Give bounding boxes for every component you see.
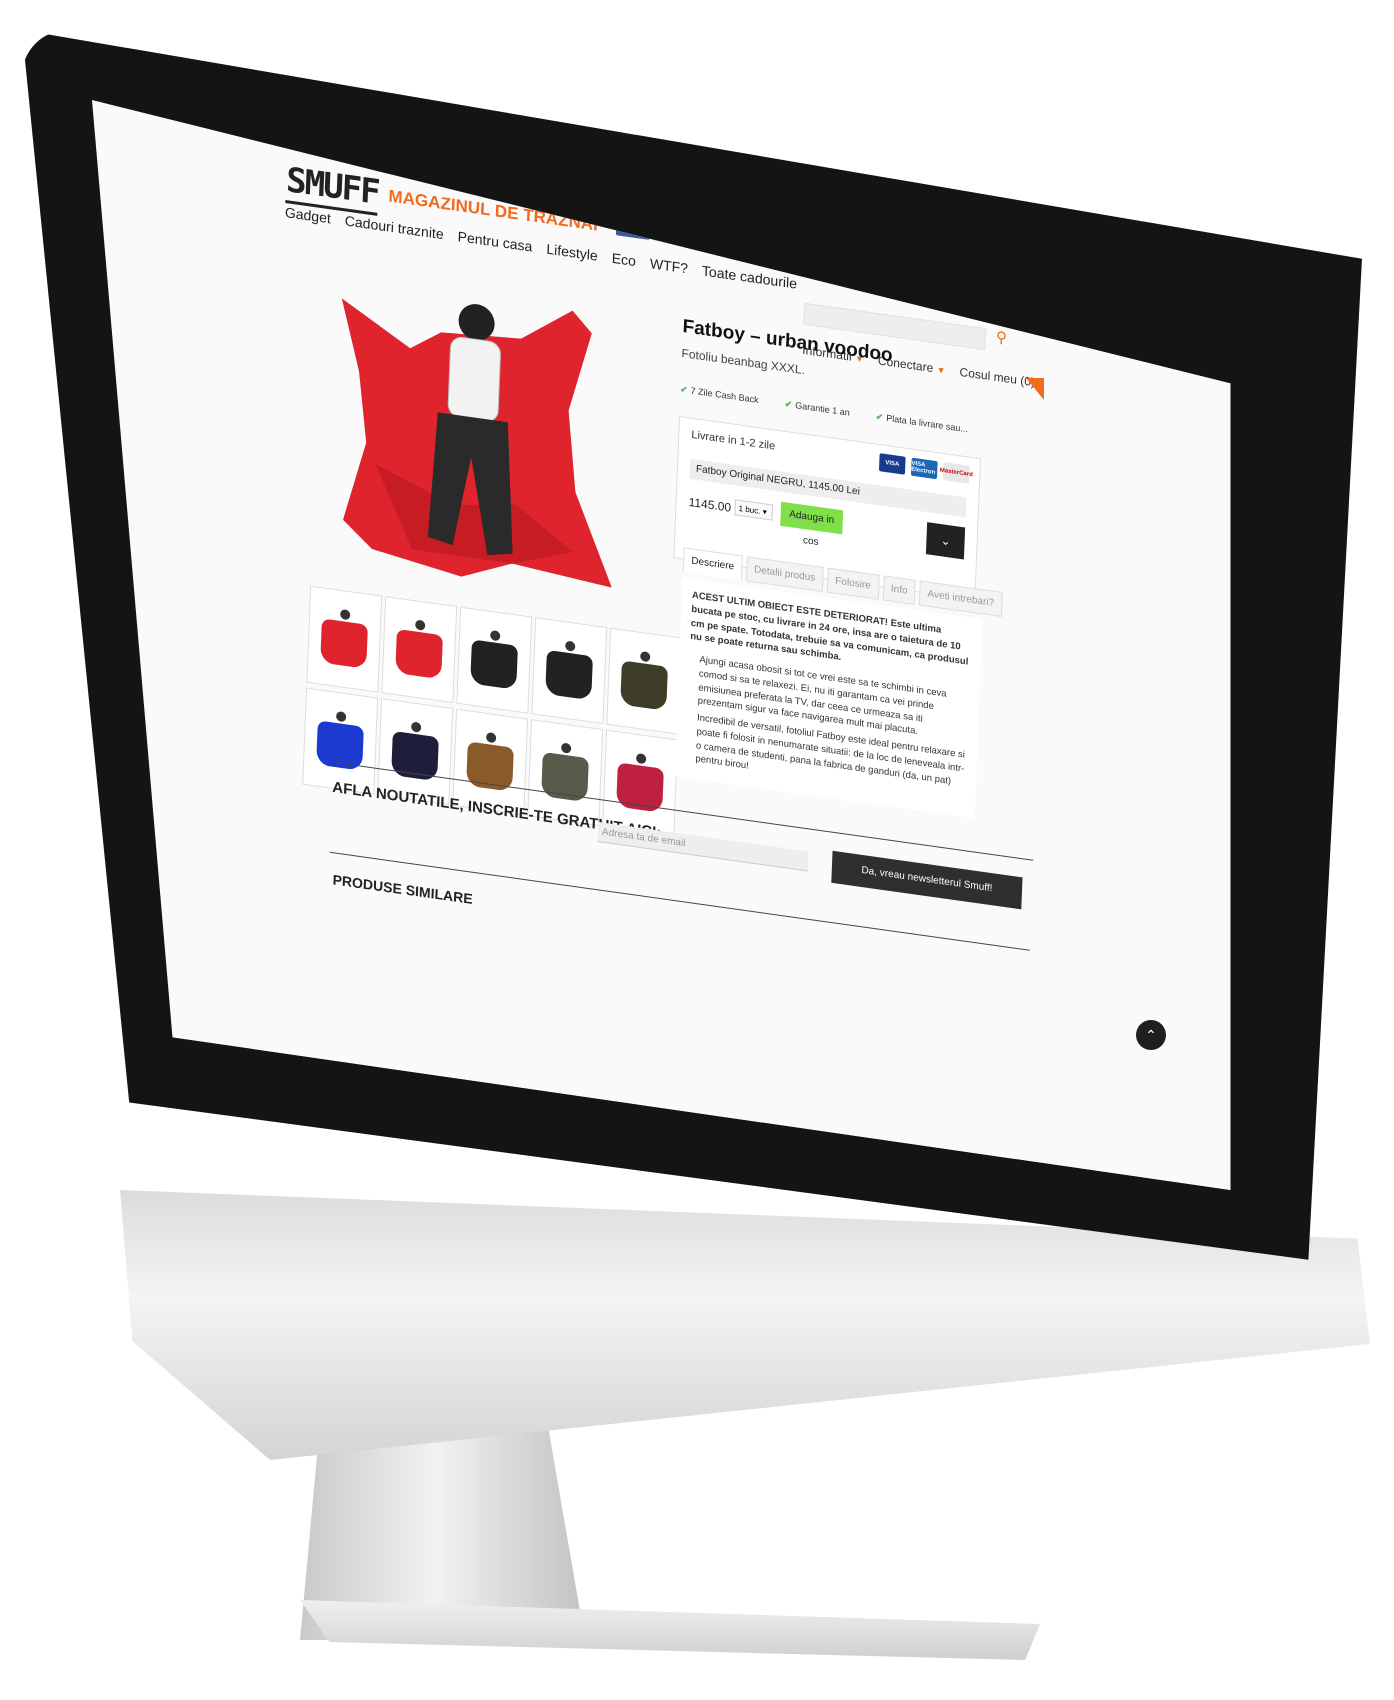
beanbag-shape (395, 628, 443, 680)
model-head (640, 650, 651, 663)
model-head (485, 731, 497, 744)
newsletter-subscribe-button[interactable]: Da, vreau newsletterul Smuff! (831, 850, 1023, 910)
perk-label: Garantie 1 an (795, 400, 850, 418)
corner-ribbon-icon (1026, 378, 1044, 400)
check-icon: ✔ (679, 384, 688, 396)
model-head (415, 619, 426, 631)
thumbnail-grid (302, 585, 690, 838)
chevron-down-icon[interactable]: ⌄ (925, 522, 966, 560)
beanbag-shape (545, 649, 593, 701)
check-icon: ✔ (875, 411, 884, 423)
product-main-image[interactable] (311, 256, 643, 611)
beanbag-shape (620, 660, 668, 711)
beanbag-shape (470, 639, 518, 690)
model-head (560, 742, 572, 754)
quantity-select[interactable]: 1 buc. ▾ (734, 499, 773, 521)
monitor-stand-base (300, 1600, 1040, 1660)
chevron-down-icon: ▼ (936, 364, 946, 376)
chevron-down-icon: ▾ (762, 507, 767, 517)
check-icon: ✔ (784, 398, 793, 410)
payment-card-icon: VISA Electron (910, 457, 938, 480)
perk-label: Plata la livrare sau... (886, 412, 969, 435)
scroll-to-top-button[interactable]: ⌃ (1136, 1020, 1166, 1050)
thumb-black-kneeling[interactable] (531, 617, 608, 725)
chevron-up-icon: ⌃ (1145, 1027, 1157, 1043)
perk-item: ✔ 7 Zile Cash Back (680, 384, 759, 406)
nav-item[interactable]: WTF? (650, 255, 689, 276)
model-top (447, 336, 501, 422)
nav-item[interactable]: Eco (611, 250, 636, 269)
add-to-cart-button[interactable]: Adauga in cos (780, 501, 844, 548)
model-head (335, 710, 347, 723)
delivery-info: Livrare in 1-2 zile (691, 428, 776, 453)
thumb-red-sitting[interactable] (306, 585, 383, 693)
model-head (490, 629, 501, 642)
payment-card-icon: MasterCard (940, 462, 973, 484)
payment-card-icon: VISA (878, 453, 906, 475)
model-head (635, 752, 647, 765)
monitor-scene: SMUFF MAGAZINUL DE TRAZNAI f Like 12k Ga… (0, 0, 1394, 1700)
description-panel: ACEST ULTIM OBIECT ESTE DETERIORAT! Este… (674, 577, 983, 819)
model-head (410, 721, 422, 733)
cart-link[interactable]: Cosul meu (0) (959, 365, 1035, 390)
similar-products-title: PRODUSE SIMILARE (332, 871, 473, 907)
email-field[interactable]: Adresa ta de email (597, 822, 809, 872)
beanbag-shape (320, 618, 368, 669)
tab-item[interactable]: Info (882, 575, 917, 605)
thumb-red-table[interactable] (381, 596, 458, 704)
thumb-black-lounging[interactable] (456, 606, 533, 714)
perk-item: ✔ Plata la livrare sau... (875, 411, 969, 435)
payment-cards: VISA VISA Electron MasterCard (878, 453, 973, 484)
model-head (565, 640, 576, 652)
perk-label: 7 Zile Cash Back (690, 385, 759, 406)
thumb-olive-reclining[interactable] (606, 627, 683, 735)
model-head (340, 608, 351, 621)
thumb-blue[interactable] (302, 687, 379, 795)
search-icon[interactable]: ⚲ (996, 328, 1008, 348)
perk-item: ✔ Garantie 1 an (784, 398, 850, 419)
